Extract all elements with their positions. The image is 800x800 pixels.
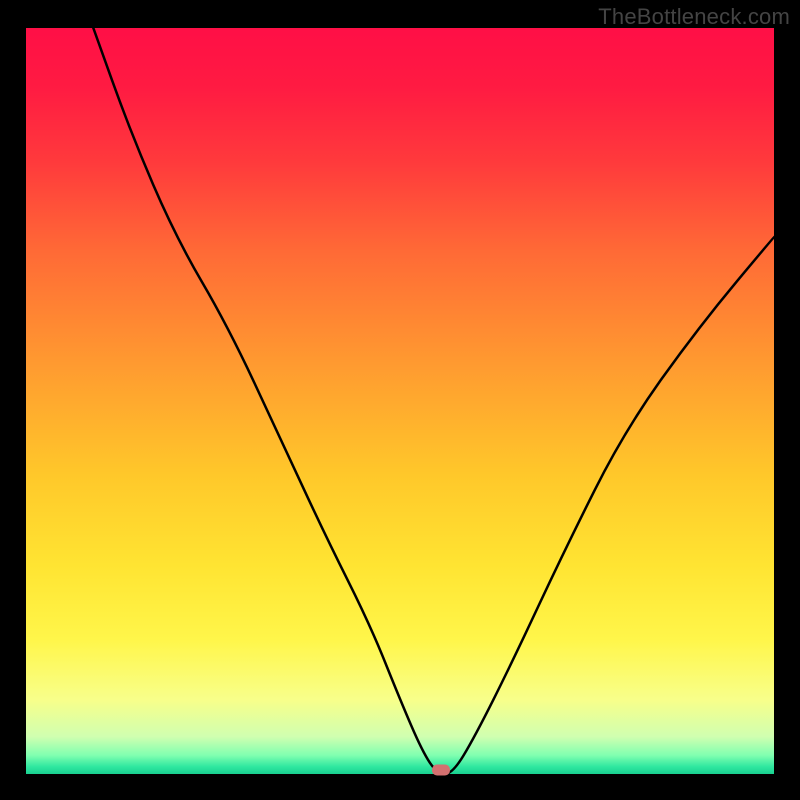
optimum-marker xyxy=(432,764,450,775)
chart-plot-area xyxy=(26,28,774,774)
chart-svg xyxy=(26,28,774,774)
chart-frame: TheBottleneck.com xyxy=(0,0,800,800)
watermark-text: TheBottleneck.com xyxy=(598,4,790,30)
chart-background-gradient xyxy=(26,28,774,774)
